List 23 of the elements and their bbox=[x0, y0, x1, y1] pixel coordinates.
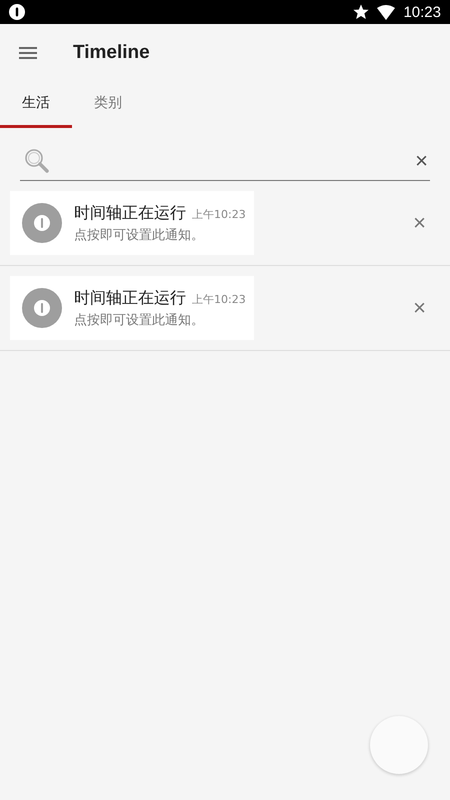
app-title: Timeline bbox=[73, 42, 150, 64]
dismiss-button[interactable]: × bbox=[411, 297, 428, 319]
clock: 10:23 bbox=[403, 4, 441, 20]
dismiss-button[interactable]: × bbox=[411, 212, 428, 234]
wifi-icon bbox=[377, 4, 396, 20]
notification-title: 时间轴正在运行 bbox=[74, 288, 186, 308]
notification-card[interactable]: 时间轴正在运行 上午10:23 点按即可设置此通知。 bbox=[10, 276, 254, 340]
notification-title: 时间轴正在运行 bbox=[74, 202, 186, 224]
search-icon bbox=[24, 148, 50, 174]
alert-icon bbox=[22, 203, 62, 243]
notification-text: 点按即可设置此通知。 bbox=[74, 312, 205, 328]
clear-button[interactable]: × bbox=[413, 150, 430, 172]
alert-icon bbox=[9, 4, 25, 20]
tab[interactable]: 生活 bbox=[0, 82, 72, 128]
notification-card[interactable]: 时间轴正在运行 上午10:23 点按即可设置此通知。 bbox=[10, 191, 254, 255]
menu-icon[interactable] bbox=[19, 47, 37, 59]
alert-icon bbox=[22, 288, 62, 328]
notification-time: 上午10:23 bbox=[192, 292, 246, 306]
star-icon bbox=[353, 4, 370, 20]
notification-time: 上午10:23 bbox=[192, 206, 246, 222]
search-field[interactable]: × bbox=[20, 142, 430, 181]
notification-text: 点按即可设置此通知。 bbox=[74, 226, 205, 244]
tab[interactable]: 类别 bbox=[72, 82, 144, 128]
